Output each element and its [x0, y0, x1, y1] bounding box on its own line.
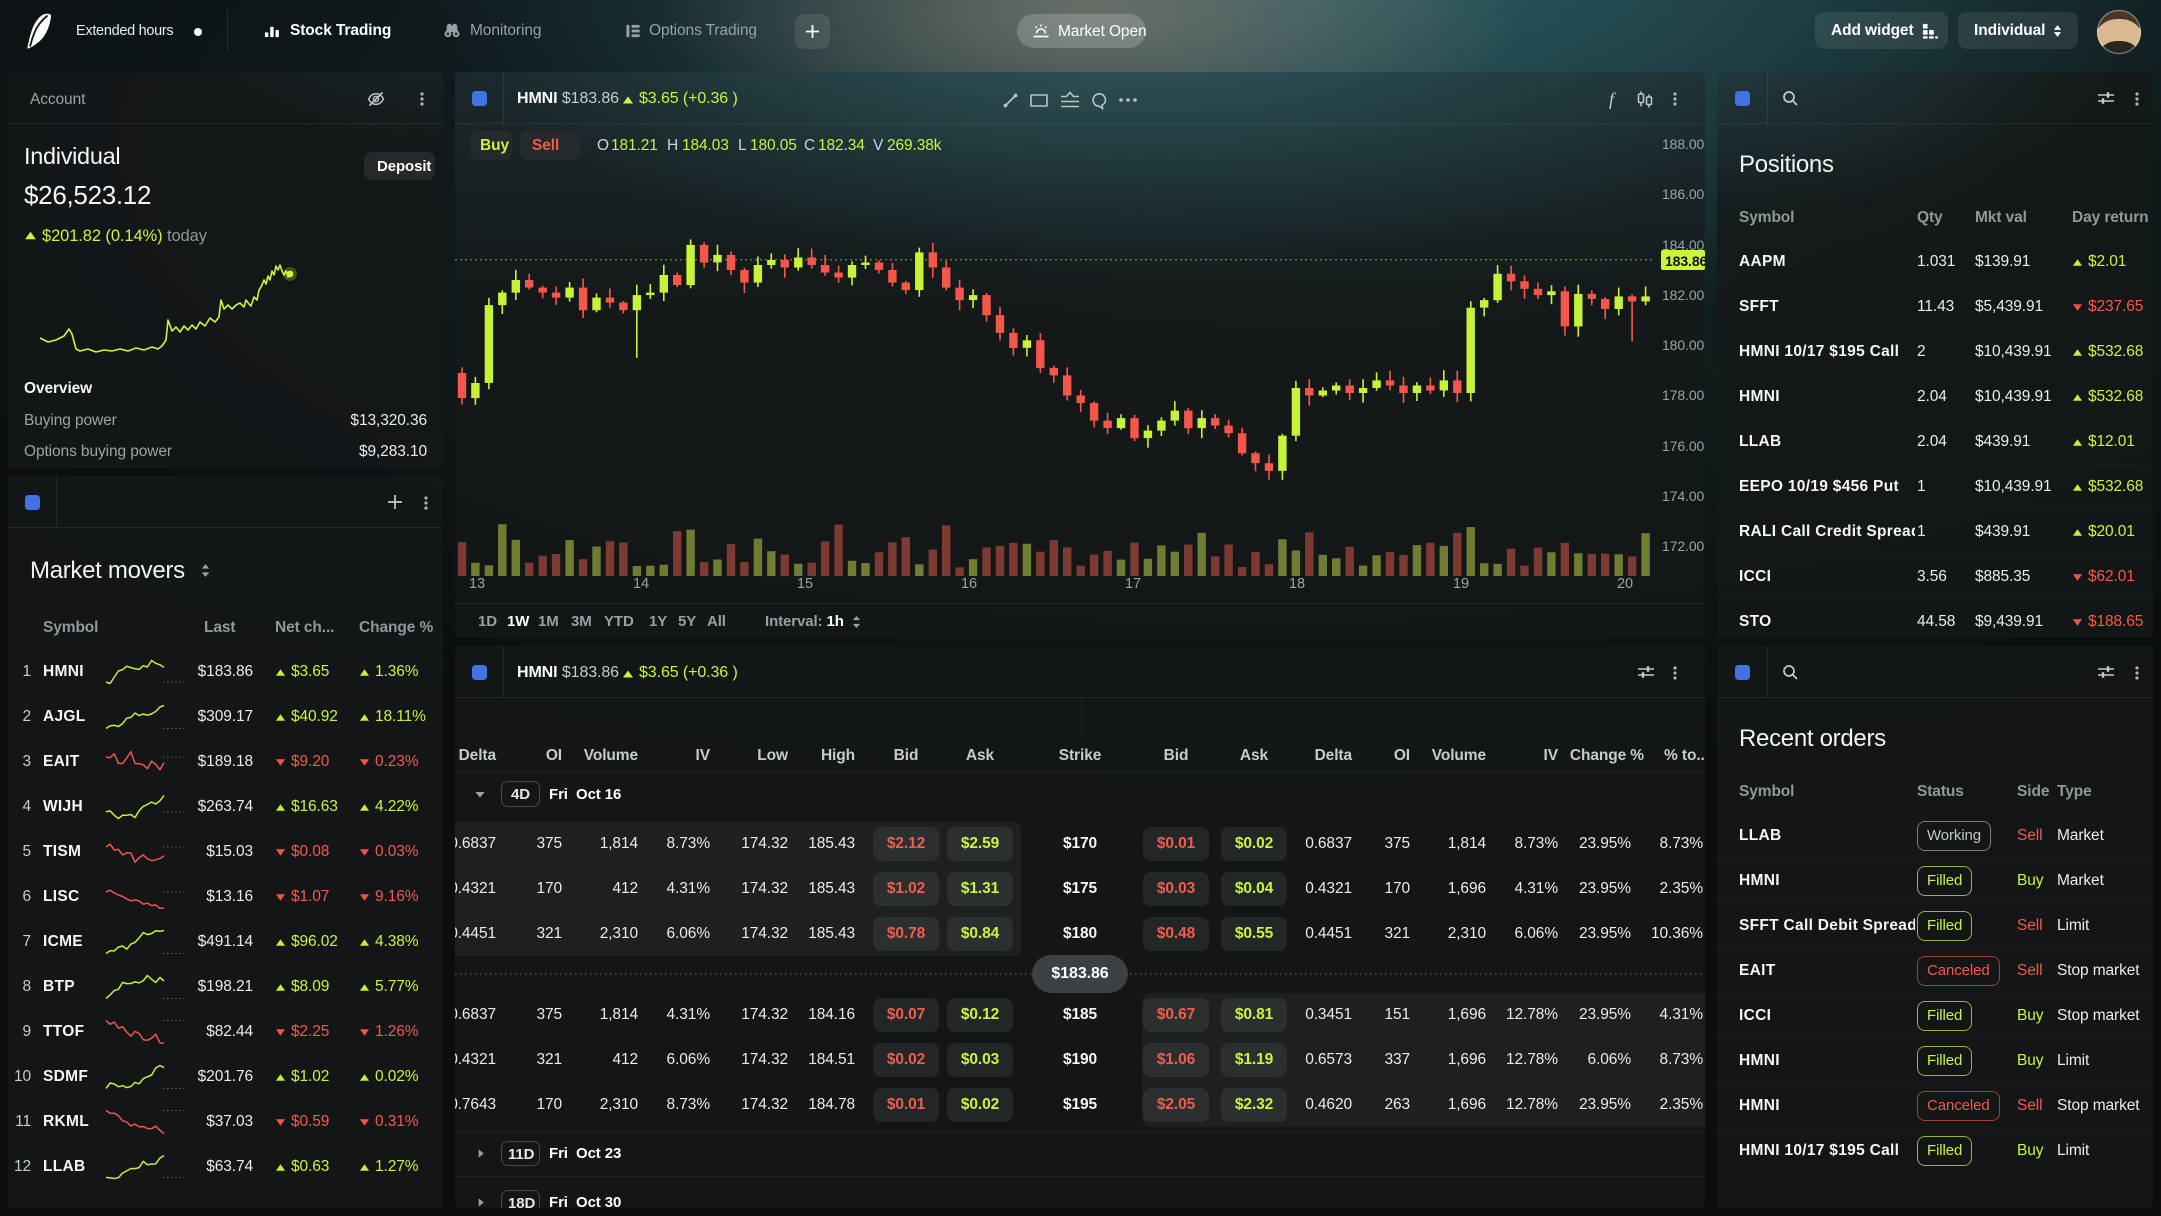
svg-text:f: f	[1609, 89, 1617, 109]
